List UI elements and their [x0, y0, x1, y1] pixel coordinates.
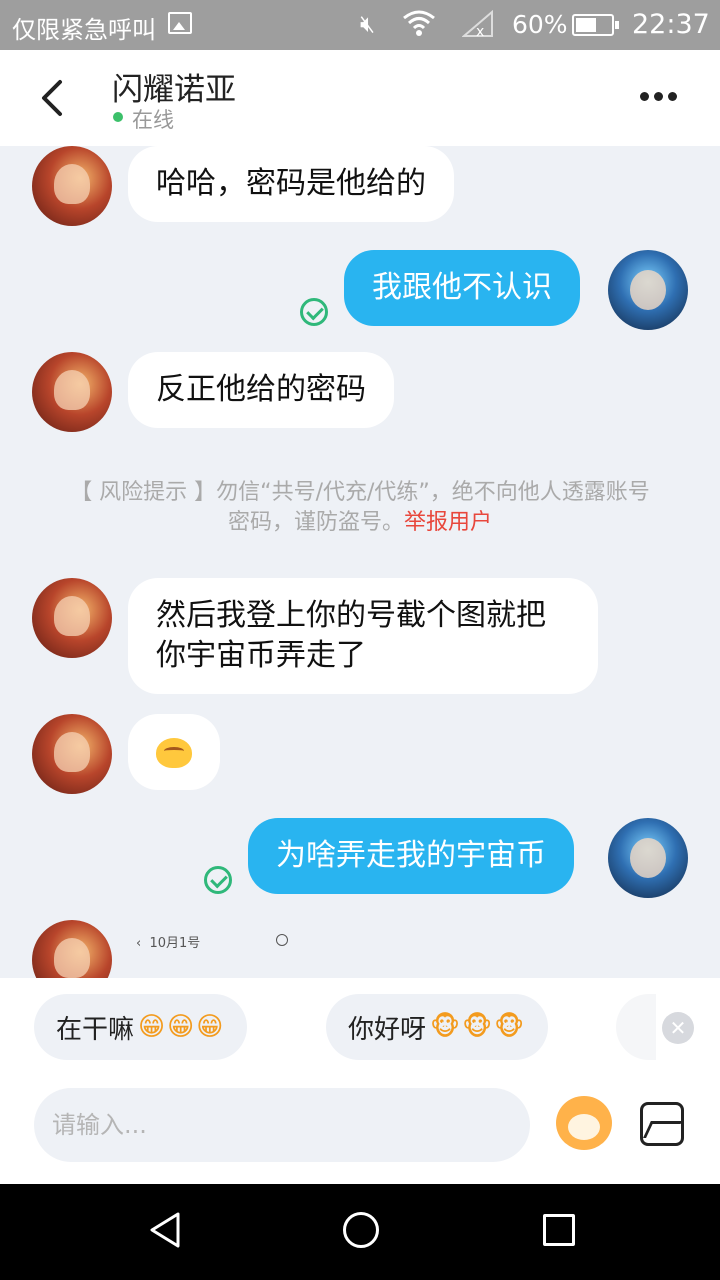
battery-percent: 60%: [512, 10, 568, 39]
back-arrow-icon[interactable]: [30, 72, 78, 124]
message-input[interactable]: [34, 1088, 530, 1162]
my-avatar[interactable]: [608, 250, 688, 330]
contact-avatar[interactable]: [32, 578, 112, 658]
partial-message-note: ‹ 10月1号: [136, 936, 201, 951]
clock: 22:37: [632, 9, 710, 40]
input-bar: [0, 1084, 720, 1184]
image-notification-icon: [168, 12, 192, 34]
outgoing-message-bubble[interactable]: 为啥弄走我的宇宙币: [248, 818, 574, 894]
message-list[interactable]: 哈哈，密码是他给的 我跟他不认识 反正他给的密码 【 风险提示 】勿信“共号/代…: [0, 146, 720, 978]
outgoing-message-bubble[interactable]: 我跟他不认识: [344, 250, 580, 326]
wifi-icon: [403, 10, 435, 36]
contact-avatar[interactable]: [32, 920, 112, 978]
chat-header: 闪耀诺亚 在线: [0, 50, 720, 146]
status-bar: 仅限紧急呼叫 🔇︎ x 60% 22:37: [0, 0, 720, 50]
carrier-text: 仅限紧急呼叫: [12, 16, 156, 44]
close-quick-replies-icon[interactable]: ✕: [662, 1012, 694, 1044]
quick-reply-chip[interactable]: 你好呀 🐵︎🐵︎🐵︎: [326, 994, 549, 1060]
home-circle-icon[interactable]: [343, 1212, 379, 1248]
incoming-message-bubble[interactable]: 然后我登上你的号截个图就把你宇宙币弄走了: [128, 578, 598, 694]
system-nav-bar: [0, 1184, 720, 1280]
back-triangle-icon[interactable]: [146, 1210, 186, 1250]
smiling-face-emoji: [156, 737, 192, 768]
battery-icon: [572, 14, 619, 36]
chat-title: 闪耀诺亚: [112, 72, 236, 108]
risk-notice-text: 【 风险提示 】勿信“共号/代充/代练”，绝不向他人透露账号密码，谨防盗号。: [70, 480, 650, 535]
grinning-tiger-stickers: 😁︎😁︎😁︎: [138, 1012, 226, 1042]
recent-apps-square-icon[interactable]: [543, 1214, 575, 1246]
contact-avatar[interactable]: [32, 714, 112, 794]
info-icon: [276, 934, 288, 946]
monkey-face-stickers: 🐵︎🐵︎🐵︎: [430, 1012, 527, 1042]
contact-avatar[interactable]: [32, 146, 112, 226]
image-picker-icon[interactable]: [640, 1102, 684, 1146]
more-options-icon[interactable]: [640, 86, 686, 110]
online-status-icon: [113, 112, 123, 122]
no-signal-icon: x: [462, 10, 493, 38]
risk-notice: 【 风险提示 】勿信“共号/代充/代练”，绝不向他人透露账号密码，谨防盗号。举报…: [60, 478, 660, 538]
svg-text:x: x: [476, 24, 484, 38]
mute-icon: 🔇︎: [360, 10, 376, 38]
read-check-icon: [204, 866, 232, 894]
my-avatar[interactable]: [608, 818, 688, 898]
online-status-text: 在线: [132, 108, 174, 132]
report-user-link[interactable]: 举报用户: [404, 510, 492, 535]
quick-reply-chip-partial[interactable]: [616, 994, 656, 1060]
sticker-mascot-icon[interactable]: [556, 1096, 612, 1150]
incoming-message-bubble[interactable]: 反正他给的密码: [128, 352, 394, 428]
quick-reply-chip[interactable]: 在干嘛 😁︎😁︎😁︎: [34, 994, 248, 1060]
contact-avatar[interactable]: [32, 352, 112, 432]
incoming-emoji-bubble[interactable]: [128, 714, 220, 790]
incoming-message-bubble[interactable]: 哈哈，密码是他给的: [128, 146, 454, 222]
quick-replies-bar: 在干嘛 😁︎😁︎😁︎ 你好呀 🐵︎🐵︎🐵︎ ✕: [0, 978, 720, 1084]
read-check-icon: [300, 298, 328, 326]
